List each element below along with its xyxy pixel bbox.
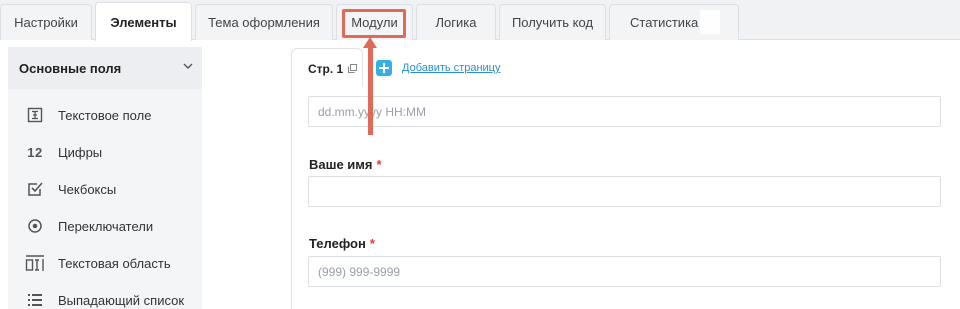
add-page-link[interactable]: Добавить страницу bbox=[402, 62, 500, 74]
tab-elements[interactable]: Элементы bbox=[95, 2, 192, 41]
textarea-icon bbox=[25, 254, 45, 272]
sidebar-item-label: Цифры bbox=[58, 144, 103, 160]
text-field-icon bbox=[25, 106, 45, 124]
sidebar-item-label: Текстовое поле bbox=[58, 107, 152, 123]
annotation-highlight-box bbox=[342, 9, 406, 38]
sidebar-item-radio[interactable]: Переключатели bbox=[8, 208, 202, 244]
sidebar-item-label: Текстовая область bbox=[58, 255, 171, 271]
phone-label-text: Телефон bbox=[309, 236, 366, 251]
datetime-field[interactable]: dd.mm.yyyy HH:MM bbox=[308, 96, 941, 127]
sidebar-panel: Основные поля Текстовое поле 12 Цифры Че… bbox=[8, 47, 202, 309]
sidebar-item-checkboxes[interactable]: Чекбоксы bbox=[8, 171, 202, 207]
sidebar-item-label: Выпадающий список bbox=[58, 292, 185, 308]
page-tab-label: Стр. 1 bbox=[308, 61, 344, 76]
page-tab-1[interactable]: Стр. 1 bbox=[291, 48, 363, 88]
required-mark: * bbox=[369, 236, 375, 251]
sidebar-item-label: Чекбоксы bbox=[58, 181, 117, 197]
section-title: Основные поля bbox=[19, 60, 122, 76]
tab-theme[interactable]: Тема оформления bbox=[195, 4, 333, 40]
name-field[interactable] bbox=[308, 176, 941, 207]
radio-icon bbox=[25, 217, 45, 235]
checkbox-icon bbox=[25, 180, 45, 198]
phone-field[interactable]: (999) 999-9999 bbox=[308, 256, 941, 287]
tab-bar: Настройки Элементы Тема оформления Модул… bbox=[0, 0, 960, 41]
plus-icon[interactable] bbox=[376, 60, 392, 76]
sidebar-item-label: Переключатели bbox=[58, 218, 154, 234]
tab-settings[interactable]: Настройки bbox=[0, 4, 92, 40]
sidebar-item-text-field[interactable]: Текстовое поле bbox=[8, 97, 202, 133]
name-field-label: Ваше имя * bbox=[309, 157, 382, 172]
name-label-text: Ваше имя bbox=[309, 157, 373, 172]
annotation-arrow-line bbox=[368, 45, 373, 135]
copy-icon[interactable] bbox=[348, 64, 358, 73]
sidebar: Основные поля Текстовое поле 12 Цифры Че… bbox=[0, 41, 214, 309]
phone-field-label: Телефон * bbox=[309, 236, 375, 251]
tab-get-code[interactable]: Получить код bbox=[499, 4, 606, 40]
tab-logic[interactable]: Логика bbox=[416, 4, 496, 40]
required-mark: * bbox=[376, 157, 382, 172]
sidebar-item-dropdown[interactable]: Выпадающий список bbox=[8, 282, 202, 309]
add-page-button[interactable]: Добавить страницу bbox=[376, 60, 500, 76]
sidebar-item-textarea[interactable]: Текстовая область bbox=[8, 245, 202, 281]
dropdown-list-icon bbox=[25, 291, 45, 309]
digits-icon: 12 bbox=[27, 144, 43, 160]
tab-fade-overlay bbox=[700, 10, 720, 34]
chevron-down-icon[interactable] bbox=[183, 61, 193, 71]
sidebar-item-digits[interactable]: 12 Цифры bbox=[8, 134, 202, 170]
section-header-basic-fields[interactable]: Основные поля bbox=[8, 47, 202, 89]
